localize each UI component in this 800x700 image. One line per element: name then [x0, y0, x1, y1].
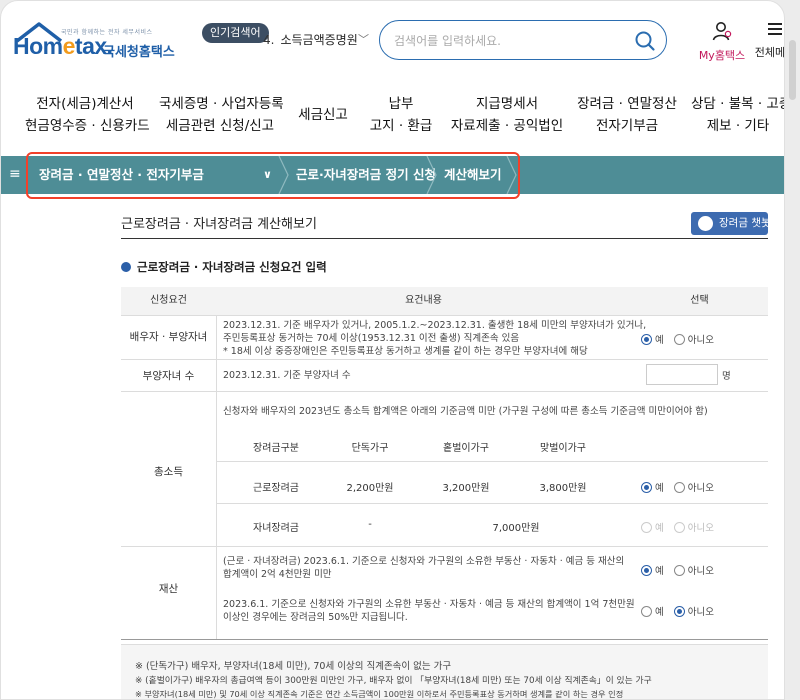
income-threshold: - [368, 519, 372, 530]
radio-no[interactable] [673, 481, 685, 493]
incentive-name: 자녀장려금 [253, 523, 299, 534]
row-label-assets: 재산 [158, 583, 179, 595]
row-divider [121, 315, 768, 316]
inner-header: 단독가구 [351, 443, 389, 454]
browser-frame: 국민과 함께하는 전자 세무서비스 Hometax. 국세청홈택스 인기검색어 … [0, 0, 785, 700]
nav-item-consultation[interactable]: 상담 · 불복 · 고충 제보 · 기타 [691, 93, 784, 137]
table-bottom [121, 639, 768, 640]
popular-search-badge: 인기검색어 [202, 23, 269, 43]
row-divider [216, 461, 768, 462]
scrollbar[interactable] [785, 0, 800, 700]
income-threshold: 7,000만원 [492, 523, 540, 534]
row-label-income: 총소득 [154, 466, 183, 478]
radio-yes[interactable] [641, 333, 652, 345]
table-header-requirement: 신청요건 [121, 287, 216, 315]
child-income-radio-group: 예 아니오 [641, 520, 714, 534]
radio-yes[interactable] [641, 521, 652, 533]
nav-item-payment-statement[interactable]: 지급명세서 자료제출 · 공익법인 [447, 93, 567, 137]
page-title: 근로장려금 · 자녀장려금 계산해보기 [121, 217, 317, 232]
row-label-spouse: 배우자 · 부양자녀 [129, 331, 208, 343]
title-divider [121, 238, 768, 239]
income-threshold: 2,200만원 [346, 483, 394, 494]
breadcrumb-menu-icon[interactable]: ≡ [9, 166, 21, 182]
radio-no[interactable] [673, 564, 685, 576]
row-text: 신청자와 배우자의 2023년도 총소득 합계액은 아래의 기준금액 미만 (가… [223, 406, 708, 417]
my-hometax-button[interactable]: My홈택스 [697, 21, 747, 63]
section-title: 근로장려금 · 자녀장려금 신청요건 입력 [121, 259, 327, 275]
chatbot-icon [698, 216, 713, 231]
popular-search-item[interactable]: 4. 소득금액증명원 [263, 31, 358, 48]
note-line: ※ (홑벌이가구) 배우자의 총급여액 등이 300만원 미만인 가구, 배우자… [135, 676, 652, 686]
site-header: 국민과 함께하는 전자 세무서비스 Hometax. 국세청홈택스 인기검색어 … [1, 1, 784, 81]
income-threshold: 3,800만원 [539, 483, 587, 494]
chevron-down-icon[interactable]: ﹀ [358, 31, 369, 47]
row-divider [216, 503, 768, 504]
hometax-logo[interactable]: 국민과 함께하는 전자 세무서비스 Hometax. 국세청홈택스 [13, 21, 175, 66]
inner-header: 홑벌이가구 [443, 443, 489, 454]
row-text: 2023.6.1. 기준으로 신청자와 가구원의 소유한 부동산 · 자동차 ·… [223, 599, 635, 610]
radio-yes[interactable] [641, 605, 652, 617]
row-divider [121, 391, 768, 392]
scrollbar-thumb[interactable] [789, 40, 796, 100]
row-text: 2023.12.31. 기준 부양자녀 수 [223, 370, 351, 381]
incentive-name: 근로장려금 [253, 483, 299, 494]
radio-yes[interactable] [641, 564, 652, 576]
search-input[interactable] [394, 30, 634, 52]
all-menu-button[interactable]: 전체메뉴 [753, 21, 784, 60]
row-text: * 18세 이상 중증장애인은 주민등록표상 동거하고 생계를 같이 하는 경우… [223, 346, 588, 357]
note-line: ※ (단독가구) 배우자, 부양자녀(18세 미만), 70세 이상의 직계존속… [135, 661, 452, 672]
radio-no[interactable] [673, 605, 685, 617]
column-divider [216, 315, 217, 640]
logo-korean-name: 국세청홈택스 [103, 45, 175, 60]
spouse-radio-group: 예 아니오 [641, 332, 714, 346]
breadcrumb-highlight-box [26, 152, 520, 199]
row-text: 합계액이 2억 4천만원 미만 [223, 569, 332, 580]
row-text: 2023.12.31. 기준 배우자가 있거나, 2005.1.2.~2023.… [223, 320, 647, 331]
children-count-input[interactable] [646, 364, 718, 385]
row-label-children-count: 부양자녀 수 [142, 370, 195, 382]
nav-item-e-invoice[interactable]: 전자(세금)계산서 현금영수증 · 신용카드 [25, 93, 150, 137]
user-icon [712, 22, 732, 41]
row-divider [121, 546, 768, 547]
nav-item-incentive[interactable]: 장려금 · 연말정산 전자기부금 [575, 93, 679, 137]
assets-radio-group-a: 예 아니오 [641, 563, 714, 577]
assets-radio-group-b: 예 아니오 [641, 604, 714, 618]
logo-wordmark: Hometax. [13, 33, 113, 59]
note-line: ※ 부양자녀(18세 미만) 및 70세 이상 직계존속 기준은 연간 소득금액… [135, 689, 624, 699]
unit-label: 명 [722, 371, 731, 382]
search-icon[interactable] [634, 30, 656, 52]
nav-item-payment[interactable]: 납부 고지 · 환급 [367, 93, 435, 137]
work-income-radio-group: 예 아니오 [641, 480, 714, 494]
income-threshold: 3,200만원 [442, 483, 490, 494]
main-navigation: 전자(세금)계산서 현금영수증 · 신용카드 국세증명 · 사업자등록 세금관련… [1, 93, 784, 143]
nav-item-tax-return[interactable]: 세금신고 [293, 93, 353, 137]
table-header-select: 선택 [631, 287, 768, 315]
hamburger-icon [768, 23, 782, 35]
notes-box: ※ (단독가구) 배우자, 부양자녀(18세 미만), 70세 이상의 직계존속… [121, 644, 768, 699]
bullet-icon [121, 262, 131, 272]
radio-no[interactable] [673, 333, 685, 345]
table-header-content: 요건내용 [216, 287, 631, 315]
radio-yes[interactable] [641, 481, 652, 493]
radio-no[interactable] [673, 521, 685, 533]
row-divider [121, 359, 768, 360]
row-text: (근로 · 자녀장려금) 2023.6.1. 기준으로 신청자와 가구원의 소유… [223, 556, 625, 567]
row-text: 주민등록표상 동거하는 70세 이상(1953.12.31 이전 출생) 직계존… [223, 333, 520, 344]
nav-item-tax-certificate[interactable]: 국세증명 · 사업자등록 세금관련 신청/신고 [159, 93, 284, 137]
row-text: 이상인 경우에는 장려금의 50%만 지급됩니다. [223, 612, 408, 623]
chatbot-button[interactable]: 장려금 챗봇 [691, 212, 771, 235]
search-box [379, 20, 667, 60]
inner-header: 맞벌이가구 [540, 443, 586, 454]
inner-header: 장려금구분 [253, 443, 299, 454]
